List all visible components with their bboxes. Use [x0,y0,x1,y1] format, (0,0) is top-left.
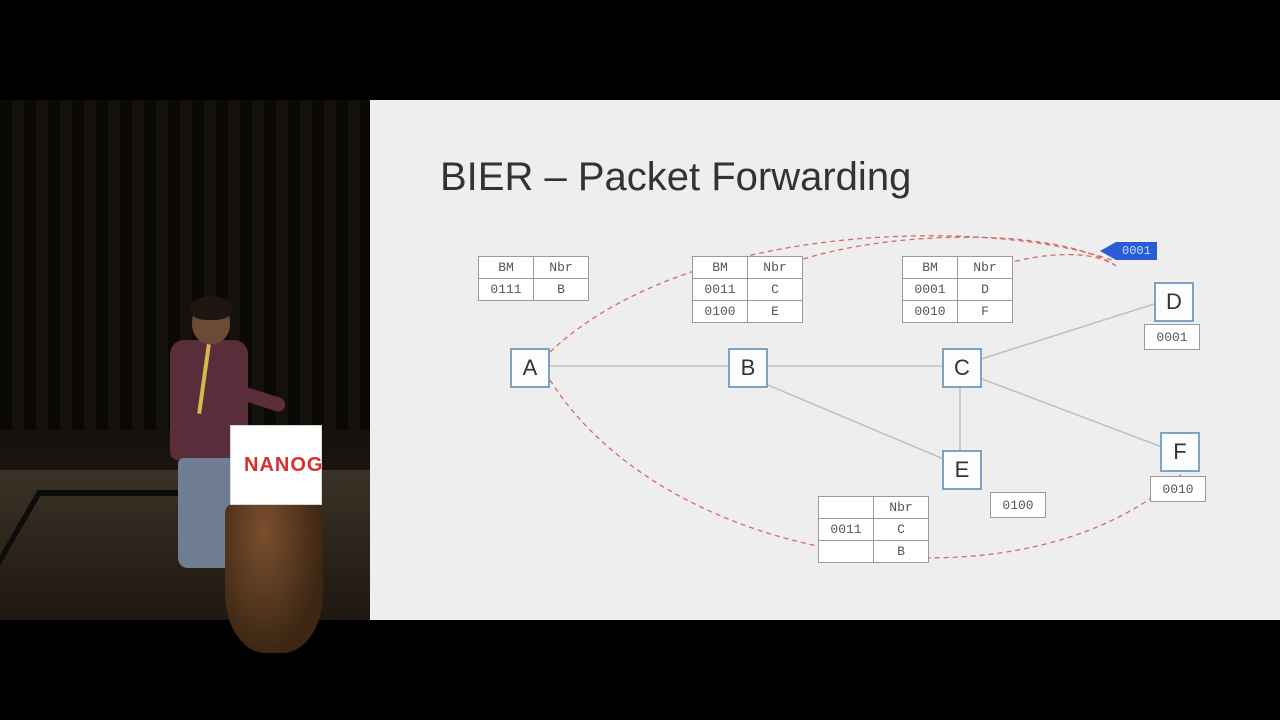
podium [225,503,323,653]
node-A: A [510,348,550,388]
node-B: B [728,348,768,388]
bit-F: 0010 [1150,476,1206,502]
node-D: D [1154,282,1194,322]
table-A: BMNbr 0111B [478,256,589,301]
node-C: C [942,348,982,388]
node-F: F [1160,432,1200,472]
arrow-left-icon [1100,242,1116,260]
packet-arrow: 0001 [1100,242,1157,260]
bit-D: 0001 [1144,324,1200,350]
table-E: Nbr 0011C B [818,496,929,563]
bit-E: 0100 [990,492,1046,518]
slide: BIER – Packet Forwarding BMNbr 0111B BMN… [370,100,1280,620]
table-C: BMNbr 0001D 0010F [902,256,1013,323]
podium-logo: NANOG [244,454,323,477]
camera-left-pane: NANOG [0,100,370,620]
node-E: E [942,450,982,490]
slide-title: BIER – Packet Forwarding [440,155,911,200]
packet-label: 0001 [1116,242,1157,260]
table-B: BMNbr 0011C 0100E [692,256,803,323]
